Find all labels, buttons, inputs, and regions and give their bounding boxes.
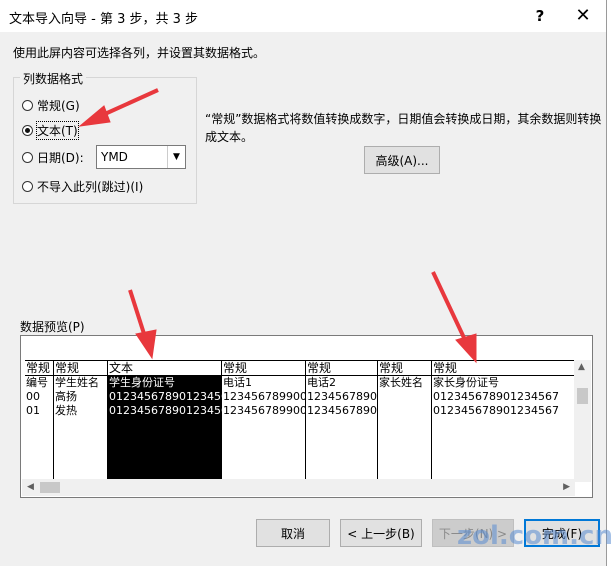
column-header[interactable]: 常规 [306, 360, 378, 376]
instruction-text: 使用此屏内容可选择各列，并设置其数据格式。 [13, 46, 266, 60]
column-header[interactable]: 常规 [432, 360, 576, 376]
column-header[interactable]: 常规 [222, 360, 306, 376]
radio-text[interactable]: 文本(T) [22, 120, 79, 140]
preview-column[interactable]: 常规 学生姓名 高扬 发热 [54, 360, 108, 482]
preview-column[interactable]: 常规 家长身份证号 012345678901234567 01234567890… [432, 360, 576, 482]
radio-general[interactable]: 常规(G) [22, 96, 80, 114]
radio-date-indicator[interactable] [22, 151, 33, 163]
preview-cell: 012345678901234567 [109, 404, 222, 417]
preview-cell: 012345678901234567 [433, 404, 559, 417]
horizontal-scroll-thumb[interactable] [40, 482, 60, 493]
preview-cell: 发热 [55, 404, 77, 417]
preview-cell: 012345678901234567 [109, 390, 222, 403]
preview-cell: 012345678901234567 [433, 390, 559, 403]
date-format-value: YMD [101, 150, 128, 164]
preview-cell: 学生身份证号 [109, 376, 175, 389]
radio-date[interactable]: 日期(D): [22, 148, 84, 166]
scroll-up-icon[interactable]: ▲ [578, 362, 585, 372]
background-sheet-edge [607, 0, 615, 566]
radio-skip-label[interactable]: 不导入此列(跳过)(I) [37, 178, 143, 195]
vertical-scrollbar[interactable]: ▲ [574, 360, 591, 482]
radio-text-indicator[interactable] [22, 124, 33, 136]
chevron-down-icon[interactable]: ▼ [167, 146, 185, 168]
preview-column-selected[interactable]: 文本 学生身份证号 012345678901234567 01234567890… [108, 360, 222, 482]
preview-column[interactable]: 常规 家长姓名 [378, 360, 432, 482]
preview-cell: 学生姓名 [55, 376, 99, 389]
preview-cell: 12345678901 [307, 404, 378, 417]
radio-skip-indicator[interactable] [22, 180, 33, 192]
scroll-left-icon[interactable]: ◀ [27, 482, 34, 492]
cancel-button[interactable]: 取消 [256, 519, 330, 547]
preview-cell: 1234567899000 [223, 404, 306, 417]
preview-grid: 常规 编号 00 01 常规 学生姓名 高扬 发热 文本 学生身份证号 0123… [25, 360, 576, 482]
scroll-right-icon[interactable]: ▶ [563, 482, 570, 492]
preview-cell: 01 [26, 404, 40, 417]
close-button[interactable]: ✕ [563, 0, 603, 32]
window-title: 文本导入向导 - 第 3 步，共 3 步 [9, 12, 199, 27]
column-header[interactable]: 常规 [25, 360, 54, 376]
back-button[interactable]: < 上一步(B) [340, 519, 422, 547]
preview-cell: 12345678901 [307, 390, 378, 403]
text-import-wizard-dialog: 文本导入向导 - 第 3 步，共 3 步 ? ✕ 使用此屏内容可选择各列，并设置… [0, 0, 607, 566]
radio-skip[interactable]: 不导入此列(跳过)(I) [22, 177, 143, 195]
preview-cell: 家长身份证号 [433, 376, 499, 389]
radio-general-indicator[interactable] [22, 99, 33, 111]
vertical-scroll-thumb[interactable] [577, 388, 588, 404]
watermark: zol.com.cn [457, 521, 613, 551]
preview-cell: 电话1 [223, 376, 252, 389]
column-header[interactable]: 文本 [108, 360, 222, 376]
format-description: “常规”数据格式将数值转换成数字，日期值会转换成日期，其余数据则转换成文本。 [205, 112, 602, 144]
horizontal-scrollbar[interactable]: ◀ ▶ [22, 479, 575, 496]
title-bar: 文本导入向导 - 第 3 步，共 3 步 ? ✕ [0, 0, 606, 32]
help-button[interactable]: ? [520, 0, 560, 32]
radio-general-label[interactable]: 常规(G) [37, 97, 80, 114]
preview-cell [378, 390, 432, 404]
preview-cell: 1234567899000 [223, 390, 306, 403]
radio-text-label[interactable]: 文本(T) [36, 120, 79, 140]
preview-column[interactable]: 常规 电话1 1234567899000 1234567899000 [222, 360, 306, 482]
column-header[interactable]: 常规 [378, 360, 432, 376]
data-preview-label: 数据预览(P) [20, 320, 85, 334]
preview-cell: 电话2 [307, 376, 336, 389]
column-format-title: 列数据格式 [20, 70, 87, 87]
radio-date-label[interactable]: 日期(D): [37, 149, 84, 166]
date-format-select[interactable]: YMD ▼ [96, 145, 186, 169]
column-header[interactable]: 常规 [54, 360, 108, 376]
preview-cell: 编号 [26, 376, 48, 389]
preview-cell: 高扬 [55, 390, 77, 403]
advanced-button[interactable]: 高级(A)... [364, 146, 440, 174]
preview-column[interactable]: 常规 编号 00 01 [25, 360, 54, 482]
preview-column[interactable]: 常规 电话2 12345678901 12345678901 [306, 360, 378, 482]
preview-cell [378, 404, 432, 418]
data-preview-pane: 常规 编号 00 01 常规 学生姓名 高扬 发热 文本 学生身份证号 0123… [20, 335, 593, 498]
preview-cell: 家长姓名 [379, 376, 423, 389]
preview-cell: 00 [26, 390, 40, 403]
